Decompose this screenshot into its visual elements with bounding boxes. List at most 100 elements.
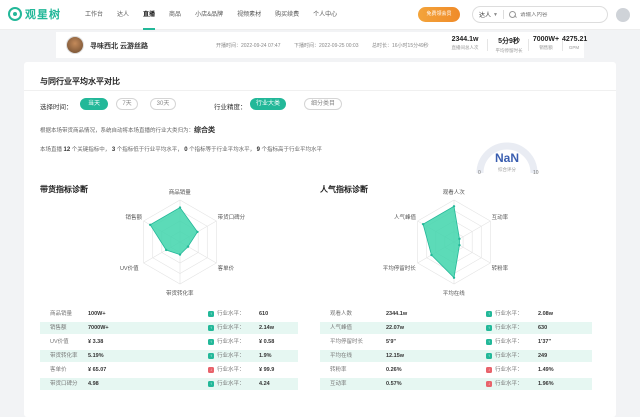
industry-level-label: 行业水平： — [217, 381, 245, 387]
radar-label: 销售额 — [125, 215, 143, 222]
time-option-today[interactable]: 当天 — [80, 98, 108, 110]
search-input[interactable] — [519, 11, 600, 18]
section-title-sales: 带货指标诊断 — [40, 185, 88, 194]
industry-level-value: 630 — [538, 325, 548, 331]
indicator-value: ¥ 3.38 — [88, 339, 104, 345]
table-row: 带货转化率 5.19% ↑ 行业水平： 1.9% — [40, 350, 298, 362]
radar-label: 带货转化率 — [166, 290, 194, 297]
search-divider — [502, 10, 504, 19]
industry-level-label: 行业水平： — [217, 353, 245, 359]
popularity-indicator-table: 观看人数 2344.1w ↑ 行业水平： 2.08w 人气峰值 22.07w ↑ 行业水平： 63… — [320, 308, 592, 392]
indicator-value: 5.19% — [88, 353, 104, 359]
end-time: 下播时间：2022-09-25 00:03 — [294, 43, 359, 49]
radar-point — [458, 237, 461, 241]
above-industry-icon: ↑ — [208, 339, 214, 345]
brand-name: 观星树 — [25, 9, 61, 21]
table-row: 观看人数 2344.1w ↑ 行业水平： 2.08w — [320, 308, 592, 320]
free-vip-button[interactable]: 免费领会员 — [418, 7, 460, 22]
industry-level-label: 行业水平： — [495, 367, 523, 373]
room-avatar[interactable] — [66, 36, 84, 54]
table-row: 平均停留时长 5'9" ↑ 行业水平： 1'37" — [320, 336, 592, 348]
radar-point — [148, 223, 152, 226]
industry-level-value: 1.96% — [538, 381, 554, 387]
above-industry-icon: ↑ — [208, 311, 214, 317]
industry-level-value: 1.9% — [259, 353, 272, 359]
room-name[interactable]: 寻味西北 云游丝路 — [90, 41, 148, 51]
indicator-name: 带货口碑分 — [50, 381, 78, 387]
radar-label: 商品销量 — [168, 190, 191, 197]
above-industry-icon: ↑ — [486, 311, 492, 317]
gauge-min: 0 — [478, 170, 481, 176]
radar-point — [196, 230, 199, 234]
industry-level-value: 1'37" — [538, 339, 552, 345]
below-industry-icon: ↓ — [208, 367, 214, 373]
below-industry-icon: ↓ — [486, 367, 492, 373]
radar-point — [178, 206, 182, 209]
sales-indicator-table: 商品销量 100W+ ↑ 行业水平： 610 销售额 7000W+ ↑ 行业水平： 2.14w UV… — [40, 308, 298, 392]
start-time: 开播时间：2022-09-24 07:47 — [216, 43, 281, 49]
industry-level-value: 610 — [259, 311, 269, 317]
logo-icon — [8, 7, 22, 21]
indicator-value: 0.57% — [386, 381, 402, 387]
radar-label: 人气峰值 — [393, 215, 416, 222]
brand-logo[interactable]: 观星树 — [8, 6, 61, 22]
indicator-name: UV价值 — [50, 339, 69, 345]
nav-item-goods[interactable]: 商品 — [162, 0, 188, 30]
industry-level-label: 行业水平： — [217, 325, 245, 331]
above-industry-icon: ↑ — [486, 325, 492, 331]
table-row: 客单价 ¥ 65.07 ↓ 行业水平： ¥ 99.9 — [40, 364, 298, 376]
nav-item-shop-brand[interactable]: 小店&品牌 — [188, 0, 230, 30]
industry-level-label: 行业水平： — [217, 311, 245, 317]
table-row: 转粉率 0.26% ↓ 行业水平： 1.49% — [320, 364, 592, 376]
chevron-down-icon[interactable]: ▼ — [493, 12, 498, 18]
radar-label: 转粉率 — [491, 265, 509, 272]
table-row: 互动率 0.57% ↓ 行业水平： 1.96% — [320, 378, 592, 390]
search-scope-select[interactable]: 达人 — [479, 10, 491, 19]
nav-item-profile[interactable]: 个人中心 — [306, 0, 344, 30]
radar-point — [458, 243, 461, 247]
kpi-divider — [528, 39, 529, 51]
table-row: UV价值 ¥ 3.38 ↑ 行业水平： ¥ 0.58 — [40, 336, 298, 348]
table-row: 销售额 7000W+ ↑ 行业水平： 2.14w — [40, 322, 298, 334]
industry-level-label: 行业水平： — [217, 339, 245, 345]
nav-item-workbench[interactable]: 工作台 — [78, 0, 110, 30]
industry-level-value: 249 — [538, 353, 548, 359]
top-nav: 观星树 工作台 达人 直播 商品 小店&品牌 视频素材 购买续费 个人中心 免费… — [0, 0, 640, 30]
comparison-panel: 与同行业平均水平对比 选择时间： 当天 7天 30天 行业精度： 行业大类 细分… — [24, 62, 616, 417]
nav-item-live[interactable]: 直播 — [136, 0, 162, 30]
radar-point — [430, 253, 433, 257]
table-row: 平均在线 12.15w ↑ 行业水平： 249 — [320, 350, 592, 362]
radar-label: 平均在线 — [442, 290, 465, 297]
above-industry-icon: ↑ — [208, 381, 214, 387]
industry-level-label: 行业水平： — [495, 311, 523, 317]
indicator-value: 5'9" — [386, 339, 397, 345]
nav-item-video[interactable]: 视频素材 — [230, 0, 268, 30]
radar-point — [186, 245, 190, 248]
radar-point — [452, 205, 456, 208]
nav-item-purchase[interactable]: 购买续费 — [268, 0, 306, 30]
sales-radar-chart: 商品销量 带货口碑分 客单价 带货转化率 UV价值 销售额 — [110, 184, 250, 300]
indicator-value: ¥ 65.07 — [88, 367, 107, 373]
indicator-name: 平均在线 — [330, 353, 353, 359]
popularity-radar-svg — [417, 199, 491, 285]
divider — [24, 90, 616, 91]
radar-label: UV价值 — [119, 265, 139, 272]
user-avatar[interactable] — [616, 8, 630, 22]
industry-option-major[interactable]: 行业大类 — [250, 98, 286, 110]
indicator-value: 7000W+ — [88, 325, 109, 331]
industry-level-value: ¥ 99.9 — [259, 367, 275, 373]
industry-level-value: 2.08w — [538, 311, 553, 317]
radar-point — [178, 253, 182, 256]
time-option-7d[interactable]: 7天 — [116, 98, 138, 110]
sales-radar-svg — [143, 199, 217, 285]
search-icon[interactable] — [508, 10, 517, 19]
industry-option-sub[interactable]: 细分类目 — [304, 98, 342, 110]
indicator-name: 人气峰值 — [330, 325, 353, 331]
radar-data-area — [149, 207, 198, 256]
indicator-value: 100W+ — [88, 311, 106, 317]
industry-name: 综合类 — [194, 127, 216, 134]
time-option-30d[interactable]: 30天 — [150, 98, 176, 110]
nav-item-influencer[interactable]: 达人 — [110, 0, 136, 30]
industry-level-label: 行业水平： — [217, 367, 245, 373]
time-filter-label: 选择时间： — [40, 104, 73, 111]
